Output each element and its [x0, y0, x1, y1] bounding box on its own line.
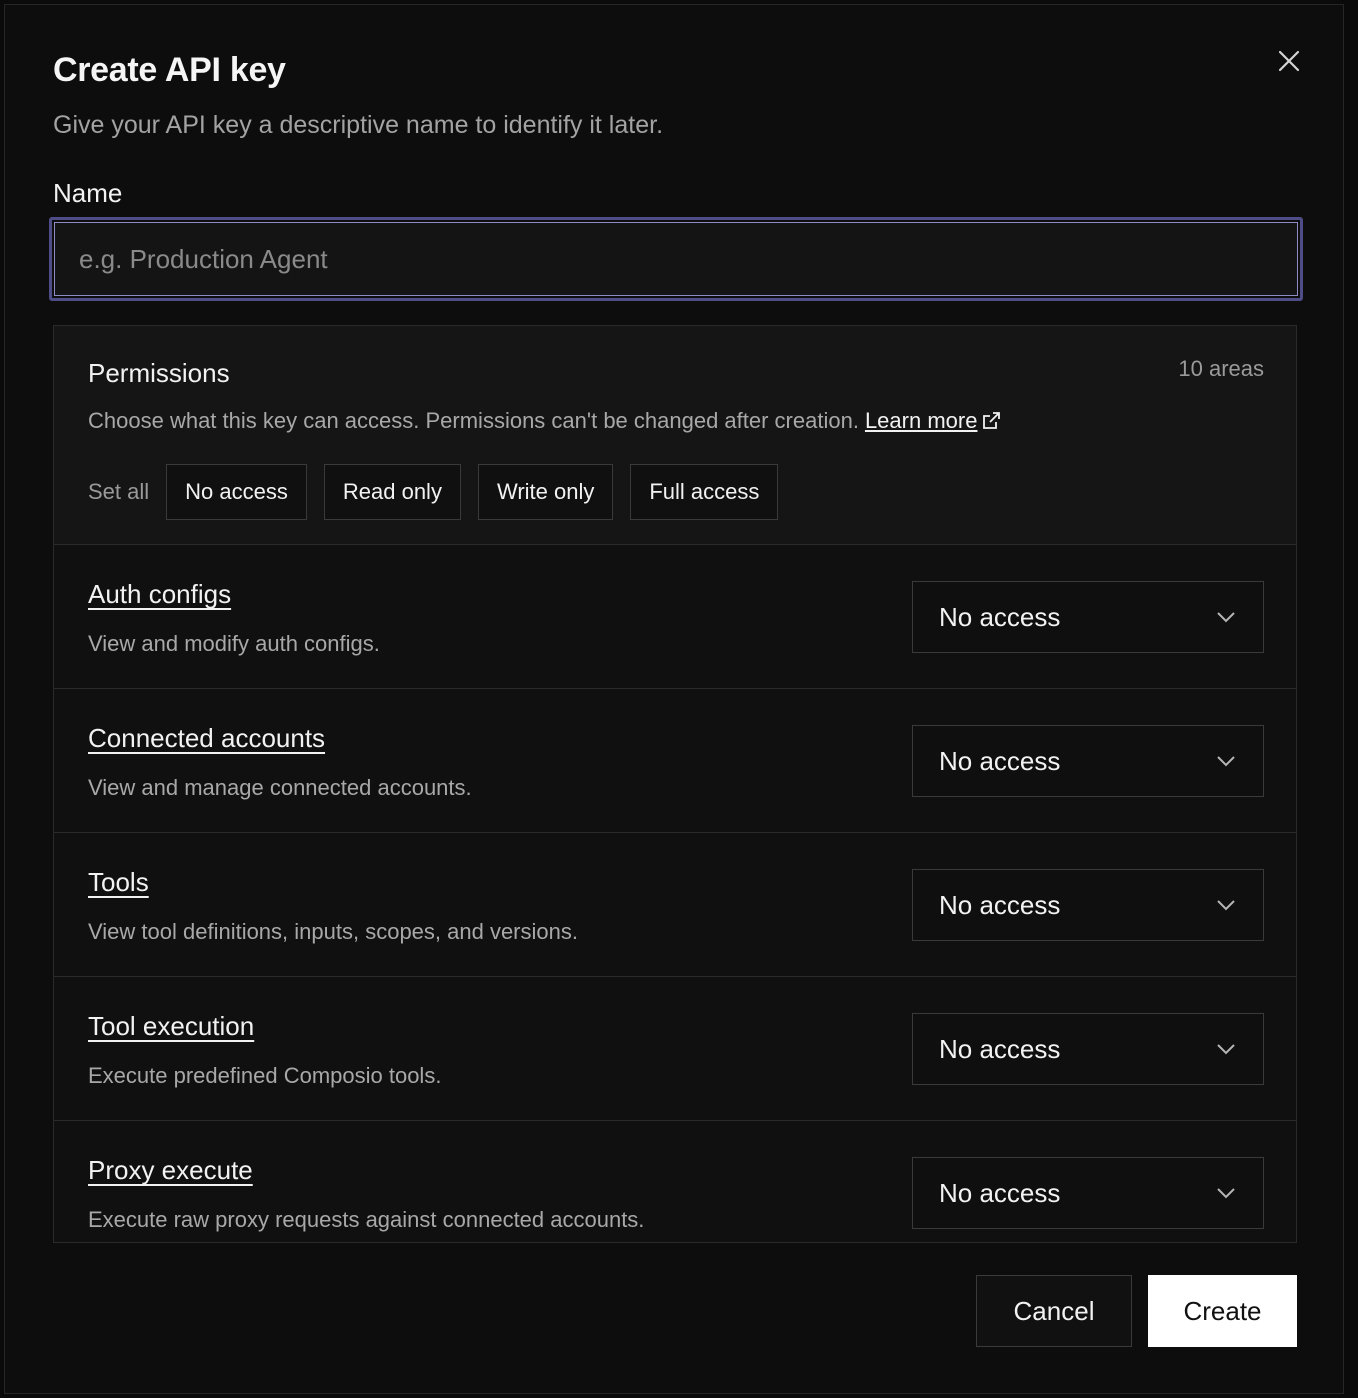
permission-description-tools: View tool definitions, inputs, scopes, a… — [88, 919, 578, 944]
permission-title-proxy-execute[interactable]: Proxy execute — [88, 1155, 253, 1186]
cancel-button[interactable]: Cancel — [976, 1275, 1132, 1347]
permission-title-tools[interactable]: Tools — [88, 867, 149, 898]
permission-row-connected-accounts: Connected accounts View and manage conne… — [54, 689, 1296, 833]
permission-select-proxy-execute[interactable]: No access — [912, 1157, 1264, 1229]
permission-row-tools: Tools View tool definitions, inputs, sco… — [54, 833, 1296, 977]
dialog-subtitle: Give your API key a descriptive name to … — [53, 111, 664, 139]
close-button[interactable] — [1273, 45, 1305, 77]
permissions-description-text: Choose what this key can access. Permiss… — [88, 408, 859, 433]
permission-title-tool-execution[interactable]: Tool execution — [88, 1011, 254, 1042]
set-all-row: Set all No access Read only Write only F… — [88, 464, 779, 520]
learn-more-link[interactable]: Learn more — [865, 408, 1002, 433]
chevron-down-icon — [1217, 900, 1235, 911]
permission-title-auth-configs[interactable]: Auth configs — [88, 579, 231, 610]
chevron-down-icon — [1217, 612, 1235, 623]
permissions-panel: Permissions 10 areas Choose what this ke… — [53, 325, 1297, 1243]
permission-description-proxy-execute: Execute raw proxy requests against conne… — [88, 1207, 645, 1232]
set-all-label: Set all — [88, 479, 150, 504]
set-all-no-access-button[interactable]: No access — [166, 464, 307, 520]
permission-description-tool-execution: Execute predefined Composio tools. — [88, 1063, 442, 1088]
permission-select-value: No access — [939, 889, 1061, 920]
close-icon — [1278, 50, 1300, 72]
permission-row-auth-configs: Auth configs View and modify auth config… — [54, 545, 1296, 689]
external-link-icon — [983, 412, 1001, 429]
chevron-down-icon — [1217, 1188, 1235, 1199]
permission-description-auth-configs: View and modify auth configs. — [88, 631, 380, 656]
learn-more-label: Learn more — [864, 408, 978, 433]
permission-select-tools[interactable]: No access — [912, 869, 1264, 941]
permission-row-tool-execution: Tool execution Execute predefined Compos… — [54, 977, 1296, 1121]
create-button[interactable]: Create — [1148, 1275, 1297, 1347]
chevron-down-icon — [1217, 756, 1235, 767]
permission-select-connected-accounts[interactable]: No access — [912, 725, 1264, 797]
permission-select-auth-configs[interactable]: No access — [912, 581, 1264, 653]
permission-select-tool-execution[interactable]: No access — [912, 1013, 1264, 1085]
permission-description-connected-accounts: View and manage connected accounts. — [88, 775, 472, 800]
set-all-full-access-button[interactable]: Full access — [630, 464, 779, 520]
permission-title-connected-accounts[interactable]: Connected accounts — [88, 723, 325, 754]
permission-select-value: No access — [939, 1033, 1061, 1064]
name-label: Name — [53, 178, 123, 208]
create-api-key-dialog: Create API key Give your API key a descr… — [4, 4, 1344, 1394]
name-input-focus-ring — [49, 217, 1303, 301]
name-input[interactable] — [54, 222, 1298, 296]
permission-select-value: No access — [939, 1177, 1061, 1208]
permissions-title: Permissions — [88, 358, 230, 388]
permissions-description: Choose what this key can access. Permiss… — [88, 408, 1001, 434]
permission-row-proxy-execute: Proxy execute Execute raw proxy requests… — [54, 1121, 1296, 1242]
permissions-count: 10 areas — [1178, 356, 1264, 381]
permission-select-value: No access — [939, 745, 1061, 776]
set-all-write-only-button[interactable]: Write only — [477, 464, 614, 520]
chevron-down-icon — [1217, 1044, 1235, 1055]
set-all-read-only-button[interactable]: Read only — [323, 464, 461, 520]
permission-select-value: No access — [939, 601, 1061, 632]
dialog-title: Create API key — [53, 51, 286, 89]
permissions-header: Permissions 10 areas Choose what this ke… — [54, 326, 1296, 545]
